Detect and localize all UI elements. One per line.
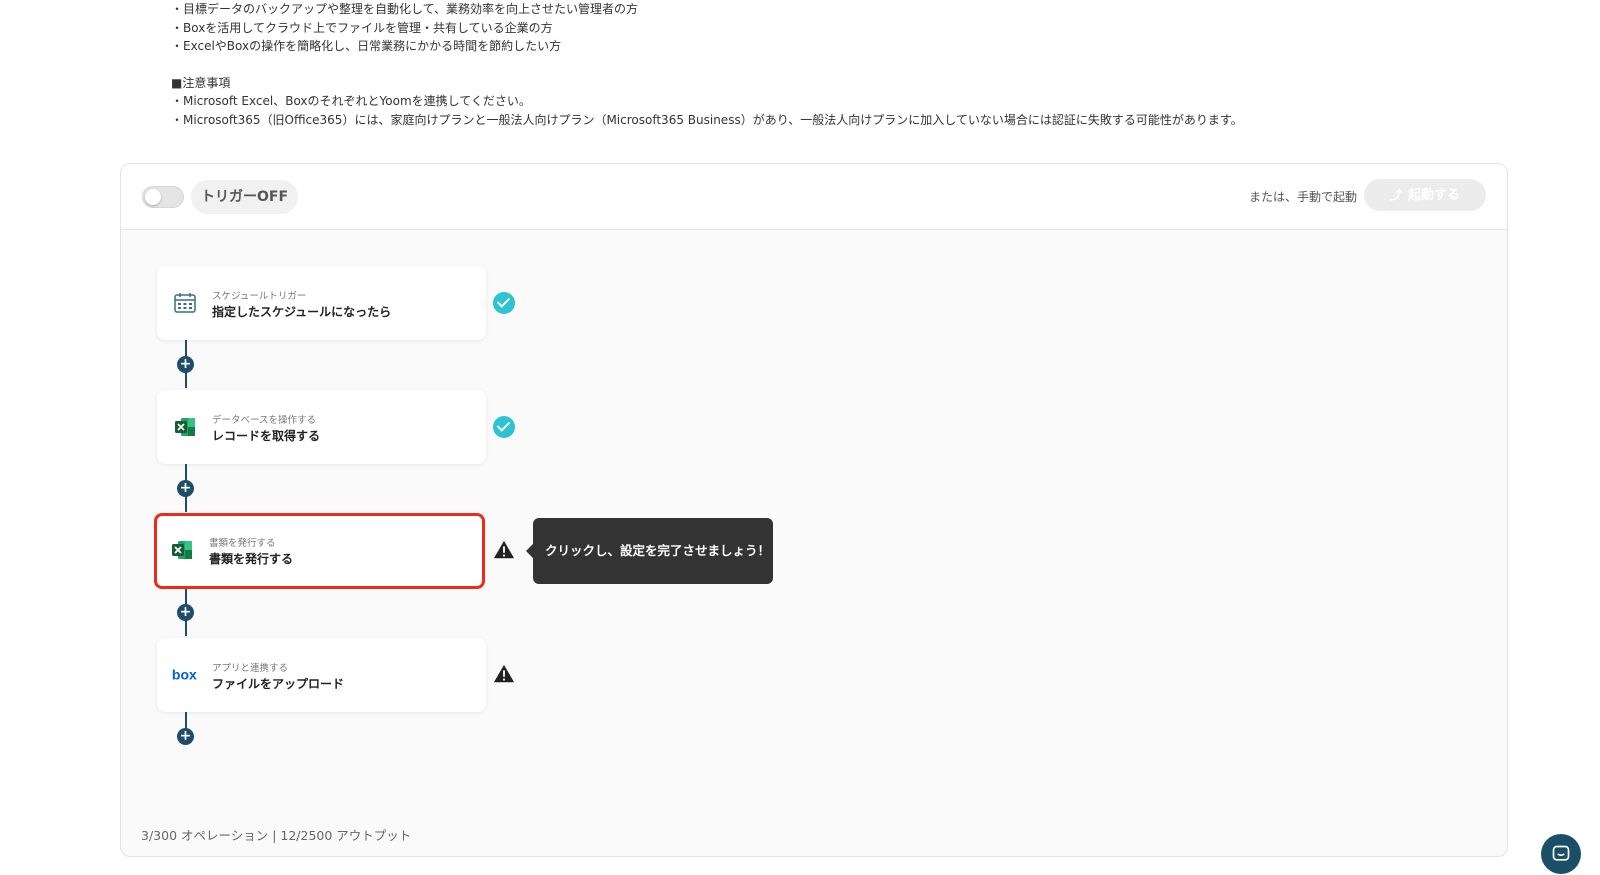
step-title: ファイルをアップロード	[212, 677, 345, 691]
excel-icon	[175, 418, 195, 436]
description-line: ・Boxを活用してクラウド上でファイルを管理・共有している企業の方	[171, 20, 553, 35]
trigger-status-label[interactable]: トリガーOFF	[191, 180, 299, 214]
step-title: 指定したスケジュールになったら	[212, 305, 392, 319]
start-button-label: 起動する	[1408, 187, 1461, 202]
trigger-toggle[interactable]	[142, 186, 184, 208]
flow-step-upload-file[interactable]: box アプリと連携する ファイルをアップロード	[157, 638, 486, 712]
flow-panel-header: トリガーOFF または、手動で起動 ⤴ 起動する	[121, 164, 1507, 230]
start-button[interactable]: ⤴ 起動する	[1364, 179, 1486, 211]
description-line: ・ExcelやBoxの操作を簡略化し、日常業務にかかる時間を節約したい方	[171, 39, 562, 53]
warning-icon	[493, 664, 515, 683]
add-step-button[interactable]: +	[177, 728, 194, 745]
notes-heading: ■注意事項	[171, 75, 231, 90]
step-title: 書類を発行する	[209, 552, 294, 566]
box-icon: box	[172, 667, 197, 683]
step-category: 書類を発行する	[209, 538, 276, 549]
complete-check-icon	[493, 292, 515, 314]
step-title: レコードを取得する	[212, 429, 321, 443]
step-category: スケジュールトリガー	[212, 291, 307, 302]
description-line: ・目標データのバックアップや整理を自動化して、業務効率を向上させたい管理者の方	[171, 2, 639, 16]
complete-check-icon	[493, 416, 515, 438]
note-line: ・Microsoft365（旧Office365）には、家庭向けプランと一般法人…	[171, 112, 1243, 127]
calendar-icon	[174, 293, 196, 313]
chat-icon	[1552, 845, 1570, 861]
setup-tooltip: クリックし、設定を完了させましょう！	[526, 518, 773, 584]
usage-stats: 3/300 オペレーション | 12/2500 アウトプット	[141, 828, 412, 843]
add-step-button[interactable]: +	[177, 480, 194, 497]
add-step-button[interactable]: +	[177, 604, 194, 621]
description: ・目標データのバックアップや整理を自動化して、業務効率を向上させたい管理者の方 …	[171, 0, 1491, 129]
toggle-knob	[145, 189, 161, 205]
step-category: データベースを操作する	[212, 415, 317, 426]
svg-text:box: box	[172, 667, 197, 683]
step-category: アプリと連携する	[212, 663, 289, 674]
flow-step-get-record[interactable]: データベースを操作する レコードを取得する	[157, 390, 486, 464]
excel-icon	[172, 541, 192, 559]
add-step-button[interactable]: +	[177, 356, 194, 373]
manual-start-text: または、手動で起動	[1248, 190, 1357, 204]
note-line: ・Microsoft Excel、BoxのそれぞれとYoomを連携してください。	[171, 94, 531, 108]
run-icon: ⤴	[1389, 188, 1402, 202]
warning-icon	[493, 540, 515, 559]
flow-step-schedule-trigger[interactable]: スケジュールトリガー 指定したスケジュールになったら	[157, 266, 486, 340]
chat-widget-button[interactable]	[1541, 834, 1581, 874]
flow-step-issue-document[interactable]: 書類を発行する 書類を発行する	[154, 513, 485, 589]
